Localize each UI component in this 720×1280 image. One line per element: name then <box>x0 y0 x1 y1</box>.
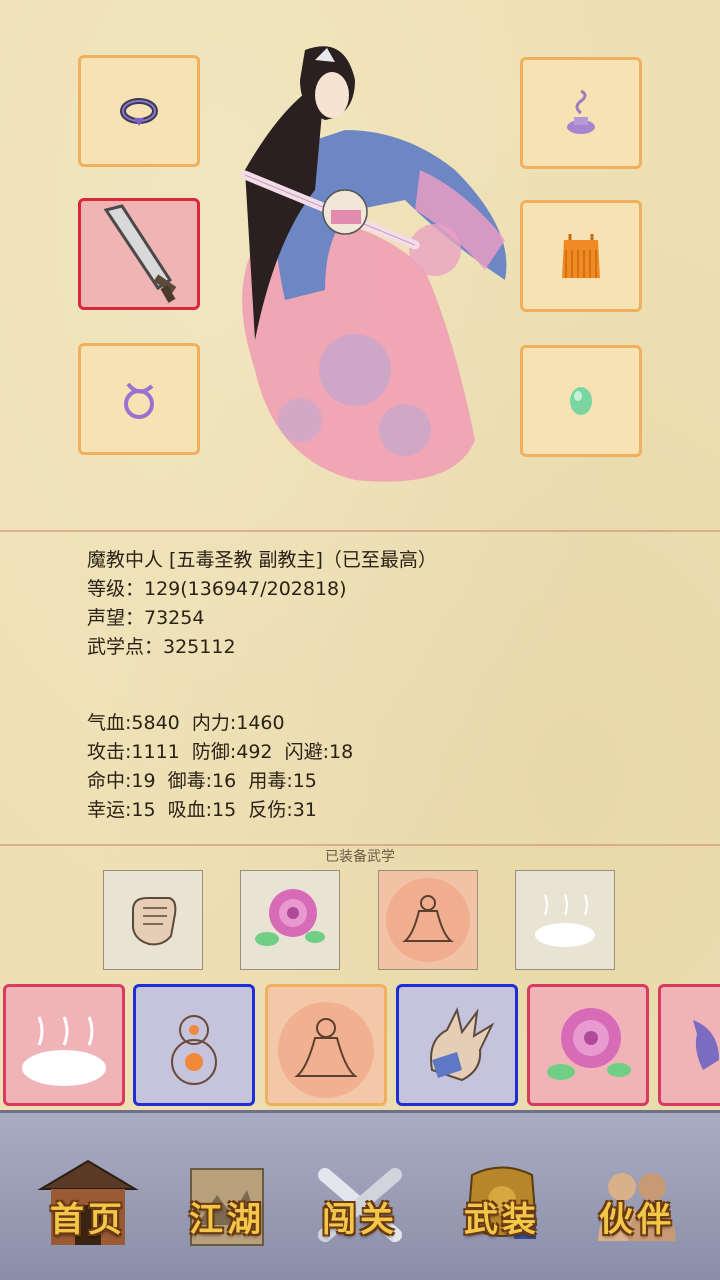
nav-challenge-button[interactable]: 闯关 <box>300 1135 420 1255</box>
profile-title: 魔教中人 [五毒圣教 副教主]（已至最高） <box>87 549 437 571</box>
gourd-icon <box>171 1015 217 1085</box>
equip-slot-ring[interactable] <box>78 55 200 167</box>
equipped-skill-meditation[interactable] <box>378 870 478 970</box>
profile-martial-points: 武学点：325112 <box>87 636 236 658</box>
nav-equipment-label: 武装 <box>464 1200 540 1240</box>
stats-line-4: 幸运:15 吸血:15 反伤:31 <box>87 799 317 821</box>
stats-line-2: 攻击:1111 防御:492 闪避:18 <box>87 741 354 763</box>
meditation-icon <box>278 1002 374 1098</box>
nav-jianghu-button[interactable]: 江湖 <box>167 1135 287 1255</box>
incense-icon <box>567 89 595 134</box>
hand-icon <box>692 1020 719 1070</box>
skill-card-rose[interactable] <box>527 984 649 1106</box>
palm-strike-icon <box>430 1007 495 1082</box>
skill-card-mist[interactable] <box>3 984 125 1106</box>
skill-card-meditation[interactable] <box>265 984 387 1106</box>
nav-equipment-button[interactable]: 武装 <box>442 1135 562 1255</box>
profile-level: 等级：129(136947/202818) <box>87 578 347 600</box>
stats-line-1: 气血:5840 内力:1460 <box>87 712 285 734</box>
stats-line-3: 命中:19 御毒:16 用毒:15 <box>87 770 317 792</box>
nav-challenge-label: 闯关 <box>322 1200 398 1240</box>
nav-jianghu-label: 江湖 <box>189 1200 265 1240</box>
equipped-skill-rose[interactable] <box>240 870 340 970</box>
nav-home-button[interactable]: 首页 <box>28 1135 148 1255</box>
equip-slot-robe[interactable] <box>520 200 642 312</box>
character-portrait <box>240 46 507 482</box>
robe-icon <box>562 234 600 278</box>
rose-icon <box>547 1008 631 1080</box>
ring-icon <box>120 98 158 126</box>
equipped-skills-label: 已装备武学 <box>325 849 395 865</box>
broadsword-icon <box>103 204 177 303</box>
nav-partners-button[interactable]: 伙伴 <box>577 1135 697 1255</box>
equipped-skill-mist[interactable] <box>515 870 615 970</box>
skill-card-palm[interactable] <box>396 984 518 1106</box>
divider-top <box>0 530 720 532</box>
equip-slot-incense[interactable] <box>520 57 642 169</box>
rose-icon <box>255 889 325 946</box>
equip-slot-weapon[interactable] <box>78 198 200 310</box>
profile-reputation: 声望：73254 <box>87 607 205 629</box>
mist-icon <box>22 1016 106 1086</box>
bracelet-icon <box>124 382 154 419</box>
nav-home-label: 首页 <box>50 1200 126 1240</box>
equipped-skill-fist[interactable] <box>103 870 203 970</box>
equip-slot-jade[interactable] <box>520 345 642 457</box>
jade-orb-icon <box>570 387 592 415</box>
mist-icon <box>535 894 595 947</box>
meditation-icon <box>386 878 470 962</box>
skill-card-partial[interactable] <box>658 984 720 1106</box>
nav-partners-label: 伙伴 <box>599 1200 675 1240</box>
equip-slot-bracelet[interactable] <box>78 343 200 455</box>
fist-icon <box>132 897 177 946</box>
skill-card-gourd[interactable] <box>133 984 255 1106</box>
